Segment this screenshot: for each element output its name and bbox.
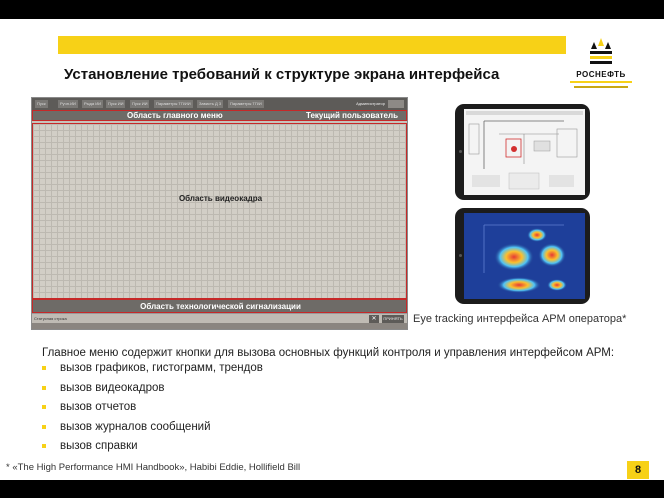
alarm-area-label: Область технологической сигнализации — [140, 302, 301, 311]
logo-wordmark: РОСНЕФТЬ — [576, 70, 626, 79]
hmi-main-menu-area: Область главного меню Текущий пользовате… — [32, 110, 407, 121]
main-menu-functions-list: вызов графиков, гистограмм, трендов вызо… — [42, 361, 263, 459]
top-black-bar — [0, 0, 664, 19]
header-accent-stripe — [58, 36, 566, 54]
list-item: вызов графиков, гистограмм, трендов — [42, 361, 263, 381]
hmi-user-chip[interactable]: Администратор — [356, 100, 385, 108]
list-item: вызов журналов сообщений — [42, 420, 263, 440]
close-icon[interactable]: ✕ — [369, 315, 379, 323]
list-item-text: вызов графиков, гистограмм, трендов — [60, 362, 263, 374]
hmi-tab[interactable]: Пуск — [35, 100, 48, 108]
list-item-text: вызов справки — [60, 440, 138, 452]
hmi-tab[interactable]: Рыда ИИ — [82, 100, 103, 108]
tablet-screen — [464, 213, 585, 299]
tablet-home-button — [459, 254, 462, 257]
page-number: 8 — [627, 461, 649, 479]
logo-underline-secondary — [574, 86, 628, 88]
list-item-text: вызов журналов сообщений — [60, 420, 211, 433]
hmi-tab[interactable]: Пуск ИИ — [106, 100, 126, 108]
list-item: вызов отчетов — [42, 400, 263, 420]
hmi-tab[interactable]: Параметры ТП/И — [228, 100, 264, 108]
hmi-diagram-thumbnail — [464, 109, 585, 195]
hmi-tab[interactable]: Пуск ИИ — [130, 100, 150, 108]
tablet-hmi-screenshot — [455, 104, 590, 200]
hmi-tab[interactable]: Ручн.ИИ — [58, 100, 78, 108]
hmi-alarm-area: Область технологической сигнализации — [32, 299, 407, 313]
bullet-square-icon — [42, 424, 46, 429]
hmi-video-frame-area: Область видеокадра — [32, 123, 407, 299]
rosneft-emblem-icon — [590, 38, 612, 64]
bullet-square-icon — [42, 444, 46, 448]
list-item-text: вызов видеокадров — [60, 381, 165, 394]
hmi-screen-structure: Пуск Ручн.ИИ Рыда ИИ Пуск ИИ Пуск ИИ Пар… — [31, 97, 408, 330]
video-frame-area-label: Область видеокадра — [178, 194, 263, 203]
bottom-black-bar — [0, 480, 664, 498]
hmi-tab[interactable]: Зависть Д 3 — [197, 100, 224, 108]
bullet-square-icon — [42, 405, 46, 409]
tablet-eye-tracking — [455, 208, 590, 304]
logo-underline — [570, 81, 632, 83]
bullet-square-icon — [42, 385, 46, 390]
acknowledge-button[interactable]: ПРИНЯТЬ — [382, 315, 404, 323]
main-menu-description: Главное меню содержит кнопки для вызова … — [42, 347, 615, 359]
current-user-area-label: Текущий пользователь — [305, 111, 398, 120]
hmi-top-toolbar: Пуск Ручн.ИИ Рыда ИИ Пуск ИИ Пуск ИИ Пар… — [32, 98, 407, 110]
list-item: вызов видеокадров — [42, 381, 263, 401]
hmi-bottom-strip — [32, 323, 407, 329]
hmi-window-controls-icon[interactable] — [388, 100, 404, 108]
list-item-text: вызов отчетов — [60, 401, 137, 413]
eye-tracking-heatmap — [464, 213, 585, 299]
tablet-screen — [464, 109, 585, 195]
eye-tracking-caption: Eye tracking интерфейса АРМ оператора* — [413, 313, 627, 325]
rosneft-logo: РОСНЕФТЬ — [566, 34, 636, 96]
tablet-home-button — [459, 150, 462, 153]
slide-title: Установление требований к структуре экра… — [64, 66, 500, 83]
hmi-tab[interactable]: Параметры ТП/ИИ — [154, 100, 193, 108]
bullet-square-icon — [42, 366, 46, 370]
list-item: вызов справки — [42, 439, 263, 459]
footnote: * «The High Performance HMI Handbook», H… — [6, 462, 301, 473]
main-menu-area-label: Область главного меню — [127, 111, 223, 120]
